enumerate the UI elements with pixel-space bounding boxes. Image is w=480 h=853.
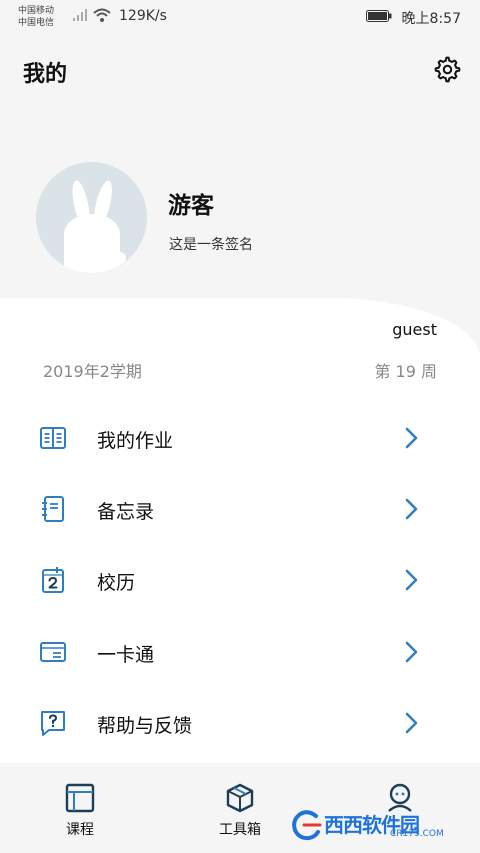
gear-icon[interactable]: [434, 56, 461, 83]
chevron-right-icon: [405, 498, 418, 520]
wifi-icon: [93, 8, 111, 22]
nav-label-toolbox: 工具箱: [219, 822, 261, 838]
watermark-sub: CR173.COM: [390, 829, 444, 839]
menu-item-memo[interactable]: 备忘录: [0, 474, 480, 544]
book-icon: [40, 427, 66, 449]
notebook-icon: [42, 496, 64, 522]
page-title: 我的: [23, 62, 68, 87]
help-icon: [41, 711, 65, 736]
menu-label-calendar: 校历: [97, 572, 136, 594]
card-icon: [40, 642, 66, 662]
rabbit-icon: [64, 180, 126, 273]
account-username: guest: [392, 320, 437, 339]
profile-signature[interactable]: 这是一条签名: [169, 234, 253, 254]
menu-item-help[interactable]: 帮助与反馈: [0, 688, 480, 758]
menu-label-help: 帮助与反馈: [97, 715, 193, 737]
nav-label-course: 课程: [66, 822, 94, 838]
carrier-info: 中国移动 中国电信: [18, 5, 54, 29]
week-label: 第 19 周: [374, 362, 437, 381]
chevron-right-icon: [405, 712, 418, 734]
clock: 晚上8:57: [401, 11, 461, 27]
nav-item-course[interactable]: 课程: [40, 783, 120, 845]
semester-label: 2019年2学期: [43, 362, 142, 381]
chevron-right-icon: [405, 641, 418, 663]
calendar-icon: [42, 567, 64, 593]
avatar[interactable]: [36, 162, 147, 273]
menu-item-homework[interactable]: 我的作业: [0, 403, 480, 473]
watermark: 西西软件园 CR173.COM: [290, 805, 466, 845]
chevron-right-icon: [405, 569, 418, 591]
network-speed: 129K/s: [119, 8, 167, 24]
menu-item-card[interactable]: 一卡通: [0, 617, 480, 687]
carrier-1: 中国移动: [18, 6, 55, 16]
battery-icon: [366, 10, 392, 22]
profile-name[interactable]: 游客: [168, 186, 214, 220]
watermark-logo-icon: [292, 810, 322, 841]
nav-item-toolbox[interactable]: 工具箱: [200, 783, 280, 845]
menu-label-card: 一卡通: [97, 644, 155, 666]
main-card: guest 2019年2学期 第 19 周 我的作业 备忘录 校历 一卡通 帮助…: [0, 298, 480, 763]
menu-label-memo: 备忘录: [97, 501, 155, 523]
chevron-right-icon: [405, 427, 418, 449]
menu-label-homework: 我的作业: [97, 430, 174, 452]
course-icon: [65, 783, 95, 813]
status-bar: 中国移动 中国电信 129K/s 晚上8:57: [0, 0, 480, 34]
menu-item-calendar[interactable]: 校历: [0, 545, 480, 615]
signal-icon: [73, 9, 87, 21]
toolbox-icon: [226, 783, 254, 813]
carrier-2: 中国电信: [18, 18, 55, 28]
